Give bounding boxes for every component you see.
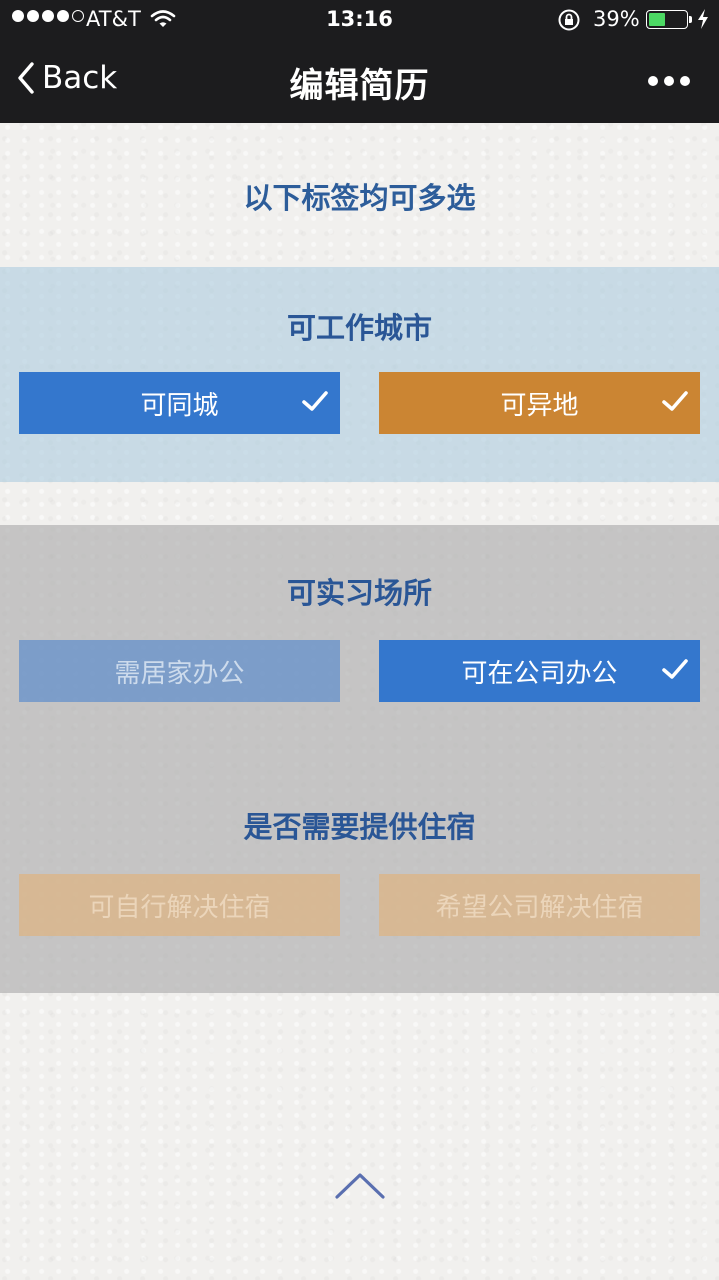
option-label: 需居家办公 (114, 658, 245, 689)
housing-title: 是否需要提供住宿 (243, 810, 476, 844)
lock-rotation-icon (557, 8, 581, 37)
work-city-title: 可工作城市 (286, 311, 432, 345)
option-label: 希望公司解决住宿 (435, 892, 644, 923)
checkmark-icon (662, 659, 688, 679)
checkmark-icon (662, 391, 688, 411)
option-company-housing[interactable]: 希望公司解决住宿 (379, 874, 700, 936)
battery-percent: 39% (593, 7, 640, 31)
option-label: 可自行解决住宿 (88, 892, 271, 923)
navigation-bar: Back 编辑简历 (0, 40, 719, 123)
more-icon[interactable] (648, 76, 690, 86)
option-self-housing[interactable]: 可自行解决住宿 (19, 874, 340, 936)
page-title: 编辑简历 (289, 66, 430, 106)
multi-select-hint: 以下标签均可多选 (243, 181, 476, 215)
option-label: 可在公司办公 (461, 658, 618, 689)
work-city-section: 可工作城市 可同城 可异地 (0, 267, 719, 482)
battery-icon (646, 10, 692, 29)
option-other-city[interactable]: 可异地 (379, 372, 700, 434)
internship-place-section: 可实习场所 需居家办公 可在公司办公 是否需要提供住宿 可自行解决住宿 希望公司… (0, 525, 719, 993)
charging-bolt-icon (696, 8, 710, 35)
status-bar: AT&T 13:16 39% (0, 0, 719, 40)
option-work-from-home[interactable]: 需居家办公 (19, 640, 340, 702)
checkmark-icon (302, 391, 328, 411)
option-label: 可异地 (500, 390, 579, 421)
chevron-up-icon[interactable] (333, 1170, 387, 1200)
internship-place-title: 可实习场所 (286, 576, 432, 610)
option-office[interactable]: 可在公司办公 (379, 640, 700, 702)
top-bar: AT&T 13:16 39% Back 编辑简历 (0, 0, 719, 123)
option-same-city[interactable]: 可同城 (19, 372, 340, 434)
option-label: 可同城 (140, 390, 219, 421)
